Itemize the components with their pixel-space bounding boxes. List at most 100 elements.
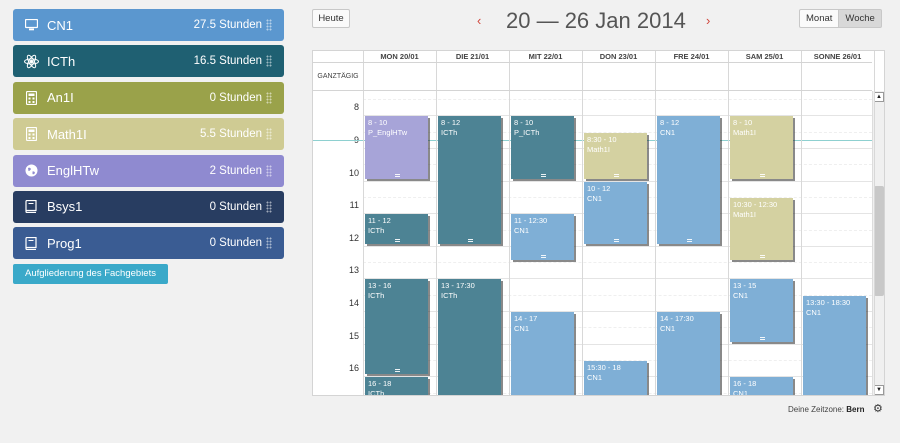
calendar-event[interactable]: 16 - 18 CN1 (730, 377, 793, 395)
calendar-event[interactable]: 8 - 12 ICTh (438, 116, 501, 244)
day-header[interactable]: DON 23/01 (582, 51, 655, 62)
half-hour-line (363, 262, 872, 264)
event-time: 8 - 10 (733, 118, 753, 128)
hour-label: 14 (348, 298, 359, 309)
calendar-event[interactable]: 13 - 16 ICTh (365, 279, 428, 375)
subject-breakdown-button[interactable]: Aufgliederung des Fachgebiets (13, 263, 168, 284)
calendar-event[interactable]: 10 - 12 CN1 (584, 181, 647, 244)
calendar-event[interactable]: 13 - 15 CN1 (730, 279, 793, 342)
event-title: CN1 (806, 307, 822, 317)
calendar-time-grid[interactable]: 89101112131415168 - 10P_EnglHTw11 - 12IC… (313, 91, 872, 395)
event-title: ICTh (368, 226, 385, 236)
event-time: 10:30 - 12:30 (733, 199, 778, 209)
calendar-event[interactable]: 8 - 10 P_ICTh (511, 116, 574, 179)
drag-handle-icon[interactable] (266, 91, 272, 104)
week-view-button[interactable]: Woche (839, 9, 882, 28)
column-divider (436, 51, 437, 395)
gear-icon[interactable]: ⚙ (873, 402, 883, 415)
resize-handle-icon[interactable] (759, 336, 765, 340)
subject-hours: 16.5 Stunden (193, 55, 262, 68)
subject-item-cn1[interactable]: CN1 27.5 Stunden (13, 9, 284, 41)
resize-handle-icon[interactable] (394, 238, 400, 242)
subject-item-an1i[interactable]: An1I 0 Stunden (13, 81, 284, 114)
resize-handle-icon[interactable] (467, 238, 473, 242)
subject-list: CN1 27.5 Stunden ICTh 16.5 Stunden An1I 0 Stu… (13, 9, 284, 260)
day-header[interactable]: SAM 25/01 (728, 51, 801, 62)
subject-name: CN1 (47, 17, 74, 33)
subject-item-math1i[interactable]: Math1I 5.5 Stunden (13, 118, 284, 151)
calendar-event[interactable]: 8 - 10 P_EnglHTw (365, 116, 428, 179)
column-divider (582, 51, 583, 395)
day-header[interactable]: MIT 22/01 (509, 51, 582, 62)
subject-hours: 27.5 Stunden (193, 19, 262, 31)
calendar-event[interactable]: 8:30 - 10 Math1I (584, 132, 647, 179)
event-title: CN1 (514, 226, 530, 236)
subject-item-prog1[interactable]: Prog1 0 Stunden (13, 227, 284, 260)
calendar-event[interactable]: 15:30 - 18 CN1 (584, 360, 647, 395)
monitor-icon (23, 17, 39, 33)
hour-line (363, 245, 872, 247)
resize-handle-icon[interactable] (540, 255, 546, 259)
calendar-event[interactable]: 11 - 12 ICTh (365, 214, 428, 244)
drag-handle-icon[interactable] (266, 128, 272, 141)
calendar-event[interactable]: 11 - 12:30 CN1 (511, 214, 574, 261)
half-hour-line (363, 99, 872, 101)
calendar-event[interactable]: 14 - 17 CN1 (511, 312, 574, 395)
subject-name: Bsys1 (47, 199, 83, 215)
subject-name: An1I (47, 90, 74, 106)
hour-label: 11 (349, 200, 359, 211)
drag-handle-icon[interactable] (266, 200, 272, 213)
event-title: CN1 (587, 193, 603, 203)
drag-handle-icon[interactable] (266, 55, 272, 68)
resize-handle-icon[interactable] (613, 173, 619, 177)
resize-handle-icon[interactable] (540, 173, 546, 177)
calendar-event[interactable]: 13 - 17:30 ICTh (438, 279, 501, 395)
resize-handle-icon[interactable] (613, 238, 619, 242)
scroll-down-arrow-icon[interactable]: ▼ (874, 385, 884, 395)
subject-item-bsys1[interactable]: Bsys1 0 Stunden (13, 190, 284, 223)
day-header[interactable]: MON 20/01 (363, 51, 436, 62)
day-header[interactable]: FRE 24/01 (655, 51, 728, 62)
subject-item-englhtw[interactable]: EnglHTw 2 Stunden (13, 154, 284, 187)
drag-handle-icon[interactable] (266, 19, 272, 31)
event-title: Math1I (587, 144, 610, 154)
drag-handle-icon[interactable] (266, 237, 272, 250)
event-title: Math1I (733, 209, 756, 219)
calendar-event[interactable]: 8 - 12 CN1 (657, 116, 720, 244)
calendar-event[interactable]: 10:30 - 12:30 Math1I (730, 197, 793, 261)
calendar-event[interactable]: 13:30 - 18:30 CN1 (803, 295, 866, 395)
resize-handle-icon[interactable] (759, 173, 765, 177)
next-week-arrow-icon[interactable]: › (706, 13, 710, 28)
subject-item-icth[interactable]: ICTh 16.5 Stunden (13, 45, 284, 78)
resize-handle-icon[interactable] (759, 255, 765, 259)
calculator-icon (23, 90, 39, 106)
calendar-event[interactable]: 16 - 18 ICTh (365, 377, 428, 395)
resize-handle-icon[interactable] (394, 173, 400, 177)
subject-hours: 0 Stunden (209, 91, 262, 104)
drag-handle-icon[interactable] (266, 164, 272, 177)
view-toggle: Monat Woche (799, 9, 882, 28)
scrollbar-thumb[interactable] (874, 186, 884, 296)
event-title: Math1I (733, 128, 756, 138)
header-separator (313, 90, 872, 91)
event-time: 13:30 - 18:30 (806, 297, 851, 307)
scroll-up-arrow-icon[interactable]: ▲ (874, 92, 884, 102)
timezone-label: Deine Zeitzone: (788, 405, 845, 414)
event-time: 11 - 12 (368, 216, 391, 226)
event-title: CN1 (587, 372, 603, 382)
calendar-event[interactable]: 8 - 10 Math1I (730, 116, 793, 179)
event-title: P_ICTh (514, 128, 540, 138)
day-header[interactable]: SONNE 26/01 (801, 51, 874, 62)
calendar-event[interactable]: 14 - 17:30 CN1 (657, 312, 720, 395)
month-view-button[interactable]: Monat (799, 9, 840, 28)
previous-week-arrow-icon[interactable]: ‹ (477, 13, 481, 28)
event-time: 8:30 - 10 (587, 134, 617, 144)
book-icon (23, 235, 39, 251)
day-header[interactable]: DIE 21/01 (436, 51, 509, 62)
resize-handle-icon[interactable] (686, 238, 692, 242)
hour-label: 12 (348, 232, 359, 243)
today-button[interactable]: Heute (312, 9, 350, 28)
all-day-label: GANZTÄGIG (317, 73, 359, 80)
subject-name: EnglHTw (47, 163, 100, 179)
resize-handle-icon[interactable] (394, 369, 400, 373)
